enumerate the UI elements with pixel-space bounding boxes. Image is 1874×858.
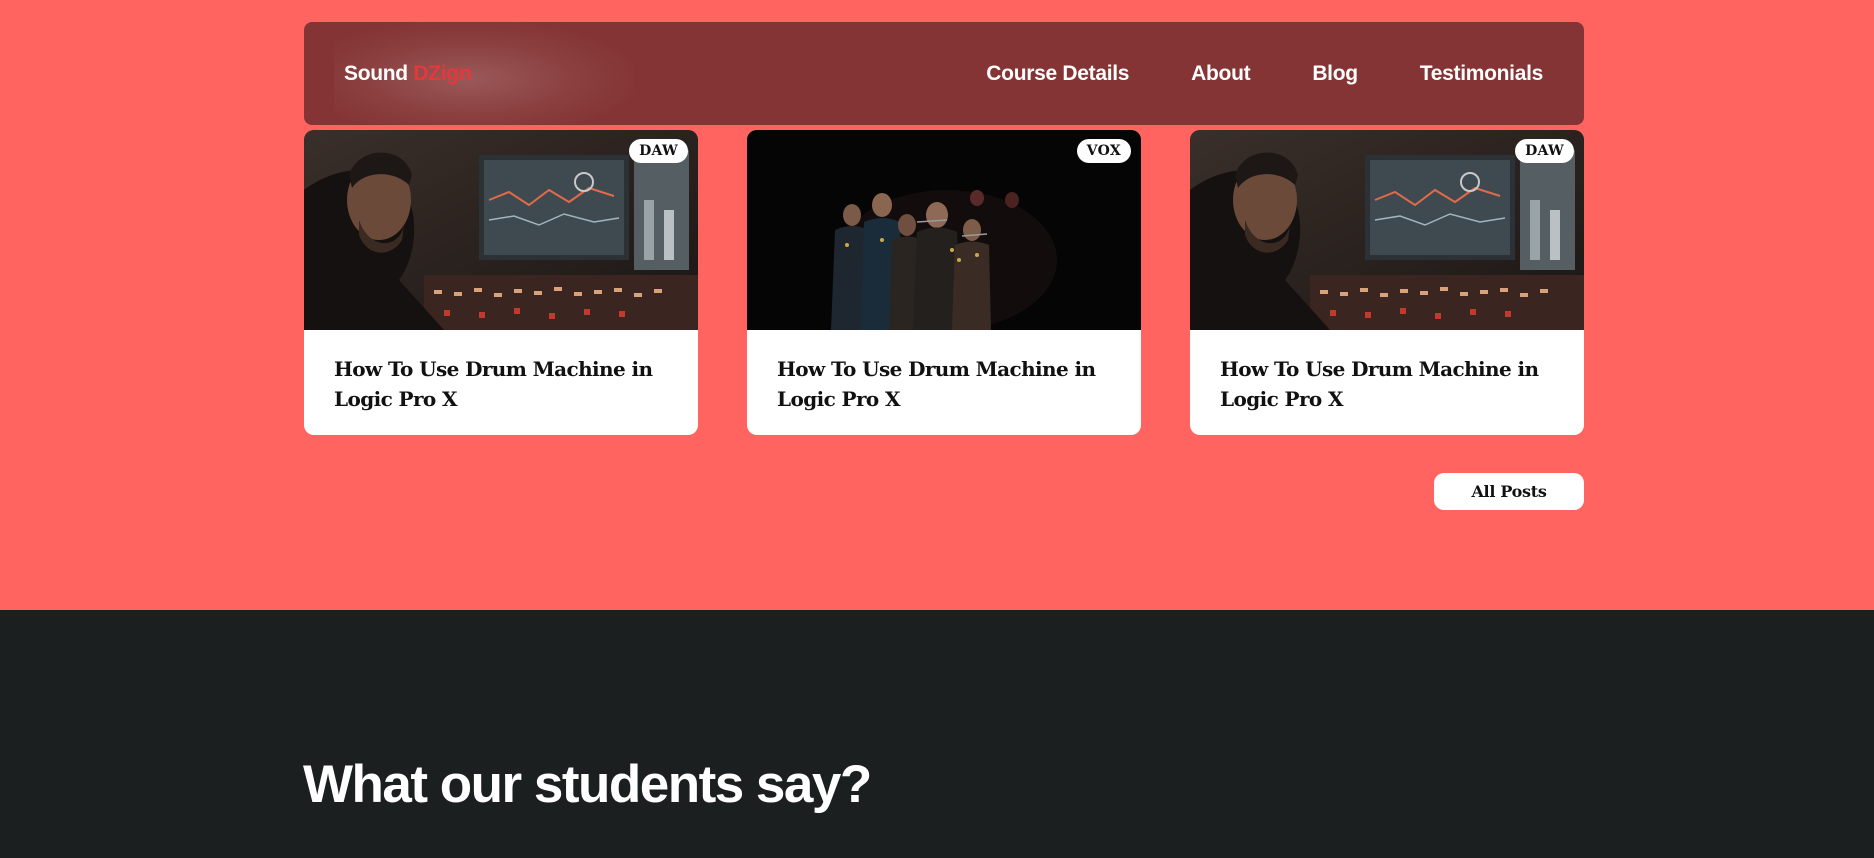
nav-link-blog[interactable]: Blog [1312, 62, 1358, 86]
choir-stage-photo: VOX [747, 130, 1141, 330]
nav-link-about[interactable]: About [1191, 62, 1250, 86]
category-badge[interactable]: DAW [1515, 139, 1574, 163]
logo-main-text: Sound [344, 62, 408, 85]
studio-producer-photo: DAW [1190, 130, 1584, 330]
all-posts-button[interactable]: All Posts [1434, 473, 1584, 510]
testimonials-section: What our students say? [0, 610, 1874, 858]
nav-link-testimonials[interactable]: Testimonials [1420, 62, 1544, 86]
category-badge[interactable]: VOX [1076, 139, 1131, 163]
blog-card[interactable]: DAW How To Use Drum Machine in Logic Pro… [304, 130, 698, 435]
site-header: Sound DZign Course Details About Blog Te… [304, 22, 1584, 125]
blog-card[interactable]: DAW How To Use Drum Machine in Logic Pro… [1190, 130, 1584, 435]
main-nav: Course Details About Blog Testimonials [986, 62, 1543, 86]
post-title[interactable]: How To Use Drum Machine in Logic Pro X [777, 354, 1122, 414]
nav-link-course-details[interactable]: Course Details [986, 62, 1129, 86]
logo-accent-text: DZign [413, 62, 472, 85]
site-logo[interactable]: Sound DZign [344, 62, 472, 86]
blog-card[interactable]: VOX How To Use Drum Machine in Logic Pro… [747, 130, 1141, 435]
post-title[interactable]: How To Use Drum Machine in Logic Pro X [1220, 354, 1565, 414]
category-badge[interactable]: DAW [629, 139, 688, 163]
post-title[interactable]: How To Use Drum Machine in Logic Pro X [334, 354, 679, 414]
testimonials-heading: What our students say? [303, 755, 872, 814]
studio-producer-photo: DAW [304, 130, 698, 330]
